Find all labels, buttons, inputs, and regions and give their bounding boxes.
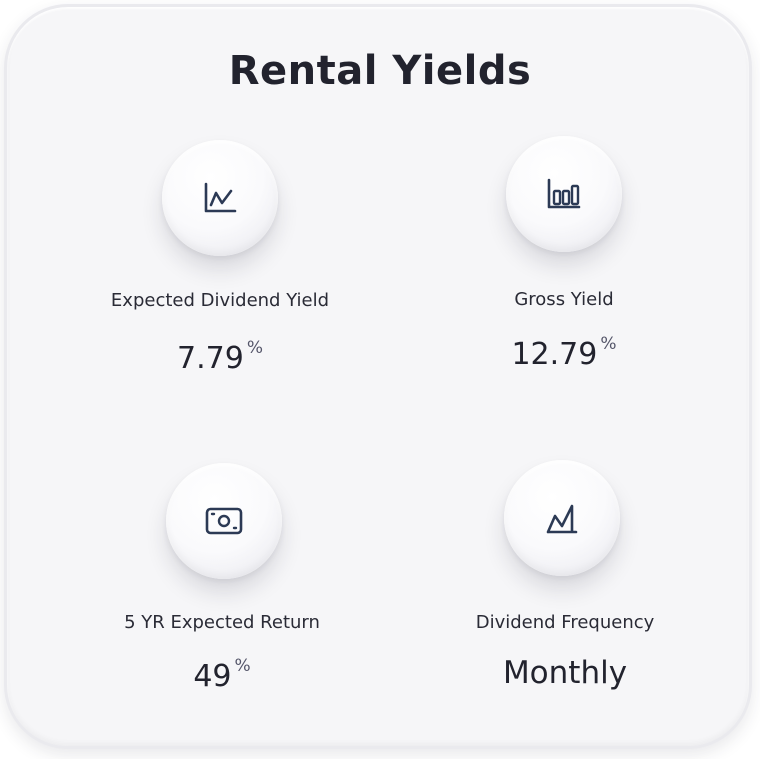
dividend-frequency-icon-button	[504, 460, 620, 576]
metric-value-number: 49	[193, 659, 232, 694]
card-title: Rental Yields	[228, 48, 532, 94]
trend-chart-icon	[546, 504, 578, 534]
metric-value: 7.79%	[60, 338, 380, 376]
metric-value-number: 12.79	[511, 337, 598, 372]
metric-value-number: 7.79	[177, 341, 244, 376]
metric-label: 5 YR Expected Return	[124, 612, 320, 633]
gross-yield-icon-button	[506, 136, 622, 252]
metric-label: Gross Yield	[514, 289, 614, 310]
metric-label: Expected Dividend Yield	[110, 290, 330, 311]
metric-value-unit: %	[246, 338, 263, 358]
rental-yields-card	[4, 4, 752, 749]
metric-value-unit: %	[600, 334, 617, 354]
metric-label: Dividend Frequency	[475, 612, 655, 633]
metric-value-unit: %	[234, 656, 251, 676]
cash-icon	[205, 507, 243, 535]
expected-return-icon-button	[166, 463, 282, 579]
metric-value: 12.79%	[404, 334, 724, 372]
metric-value: Monthly	[502, 655, 628, 691]
dividend-yield-icon-button	[162, 140, 278, 256]
metric-value: 49%	[62, 656, 382, 694]
line-chart-icon	[204, 182, 237, 213]
bar-chart-icon	[547, 178, 581, 209]
